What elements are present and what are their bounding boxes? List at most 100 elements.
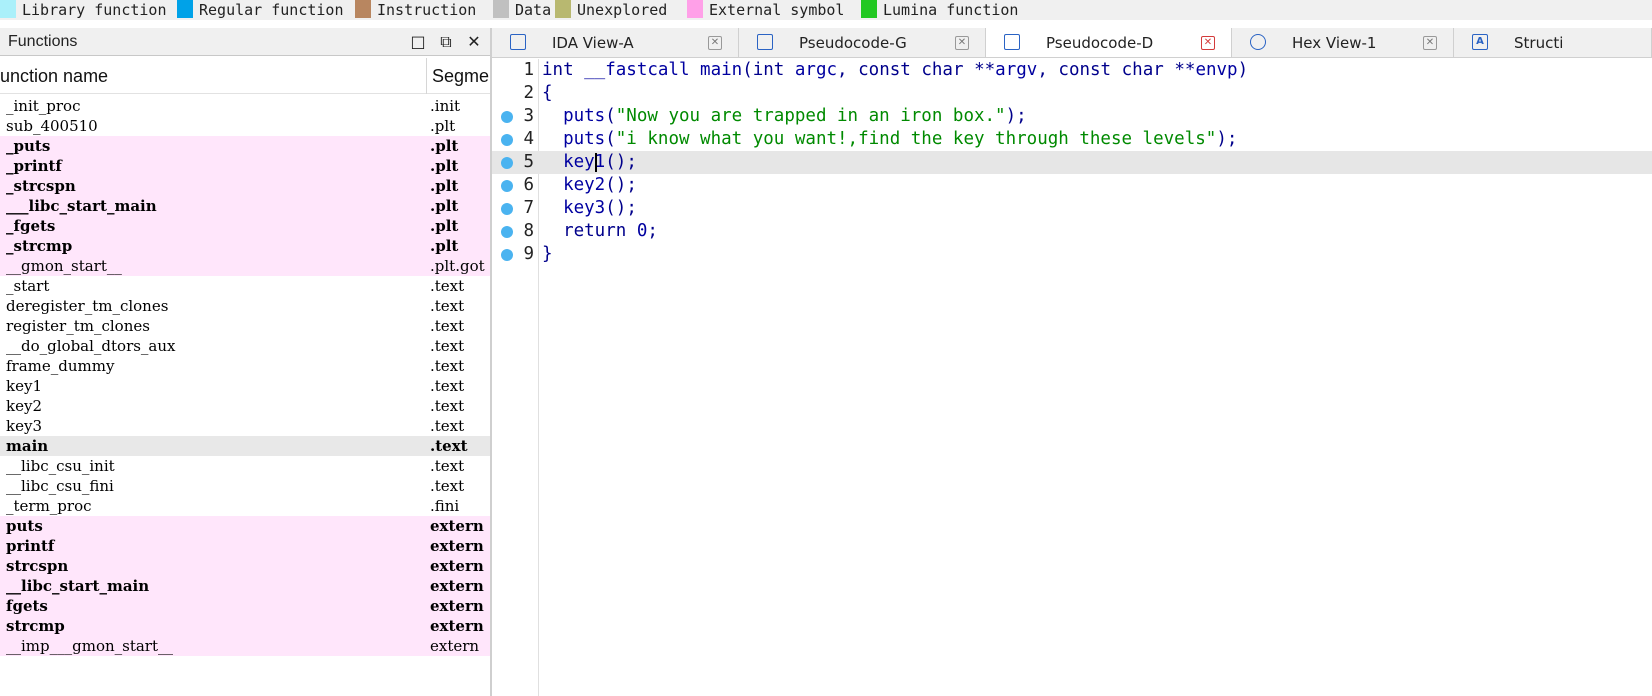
function-segment: .plt <box>430 177 459 195</box>
tab-close-icon[interactable]: ✕ <box>955 36 969 50</box>
function-name: _puts <box>6 137 51 155</box>
breakpoint-marker-icon[interactable] <box>501 180 513 192</box>
code-line[interactable]: 2{ <box>492 82 1652 105</box>
line-number: 6 <box>523 175 534 195</box>
function-row[interactable]: __imp___gmon_start__ extern <box>0 636 490 656</box>
column-segment[interactable]: Segme <box>432 58 490 94</box>
breakpoint-marker-icon[interactable] <box>501 249 513 261</box>
code-line[interactable]: 4 puts("i know what you want!,find the k… <box>492 128 1652 151</box>
function-row[interactable]: main .text <box>0 436 490 456</box>
tab-pseudocode-g[interactable]: Pseudocode-G ✕ <box>739 28 986 57</box>
function-row[interactable]: __do_global_dtors_aux .text <box>0 336 490 356</box>
tab-pseudocode-d[interactable]: Pseudocode-D ✕ <box>986 28 1232 57</box>
function-row[interactable]: __libc_start_main extern <box>0 576 490 596</box>
function-segment: extern <box>430 517 484 535</box>
breakpoint-marker-icon[interactable] <box>501 226 513 238</box>
function-row[interactable]: _strcspn .plt <box>0 176 490 196</box>
function-row[interactable]: strcmp extern <box>0 616 490 636</box>
code-text: key2(); <box>542 175 637 195</box>
function-segment: .plt <box>430 217 459 235</box>
function-segment: .text <box>430 317 465 335</box>
column-function-name[interactable]: unction name <box>0 58 420 94</box>
function-row[interactable]: __gmon_start__ .plt.got <box>0 256 490 276</box>
functions-panel: Functions □ ⧉ ✕ unction name Segme _init… <box>0 28 490 696</box>
function-row[interactable]: _term_proc .fini <box>0 496 490 516</box>
code-text: { <box>542 83 553 103</box>
legend-label: Unexplored <box>577 1 668 19</box>
function-name: _printf <box>6 157 62 175</box>
function-name: ___libc_start_main <box>6 197 157 215</box>
pseudocode-view[interactable]: 1 int __fastcall main(int argc, const cha… <box>492 59 1652 696</box>
function-row[interactable]: _puts .plt <box>0 136 490 156</box>
function-row[interactable]: _fgets .plt <box>0 216 490 236</box>
float-window-icon[interactable]: ⧉ <box>436 32 456 52</box>
function-row[interactable]: _strcmp .plt <box>0 236 490 256</box>
tab-close-icon[interactable]: ✕ <box>708 36 722 50</box>
function-segment: .plt.got <box>430 257 485 275</box>
tab-label: Pseudocode-G <box>799 34 907 52</box>
tab-structi[interactable]: A Structi <box>1454 28 1652 57</box>
close-icon[interactable]: ✕ <box>464 32 484 52</box>
code-text: } <box>542 244 553 264</box>
legend-label: Instruction <box>377 1 477 19</box>
functions-panel-title: Functions <box>8 33 78 50</box>
tab-close-icon[interactable]: ✕ <box>1423 36 1437 50</box>
function-name: __libc_csu_init <box>6 457 115 475</box>
code-line[interactable]: 8 return 0; <box>492 220 1652 243</box>
code-line[interactable]: 3 puts("Now you are trapped in an iron b… <box>492 105 1652 128</box>
function-name: __libc_start_main <box>6 577 150 595</box>
code-text: key1(); <box>542 152 637 172</box>
function-row[interactable]: key3 .text <box>0 416 490 436</box>
function-row[interactable]: fgets extern <box>0 596 490 616</box>
code-line[interactable]: 6 key2(); <box>492 174 1652 197</box>
code-line[interactable]: 7 key3(); <box>492 197 1652 220</box>
function-segment: .text <box>430 277 465 295</box>
function-row[interactable]: strcspn extern <box>0 556 490 576</box>
function-row[interactable]: __libc_csu_fini .text <box>0 476 490 496</box>
column-separator[interactable] <box>426 58 427 94</box>
legend-swatch <box>355 0 371 18</box>
code-line[interactable]: 1 int __fastcall main(int argc, const cha… <box>492 59 1652 82</box>
function-name: puts <box>6 517 43 535</box>
function-segment: .plt <box>430 117 456 135</box>
function-name: deregister_tm_clones <box>6 297 169 315</box>
tab-label: Pseudocode-D <box>1046 34 1154 52</box>
breakpoint-marker-icon[interactable] <box>501 134 513 146</box>
legend-swatch <box>555 0 571 18</box>
function-row[interactable]: register_tm_clones .text <box>0 316 490 336</box>
tab-ida-view-a[interactable]: IDA View-A ✕ <box>492 28 739 57</box>
function-row[interactable]: printf extern <box>0 536 490 556</box>
breakpoint-marker-icon[interactable] <box>501 111 513 123</box>
function-row[interactable]: key2 .text <box>0 396 490 416</box>
function-segment: .text <box>430 377 465 395</box>
tab-label: Hex View-1 <box>1292 34 1377 52</box>
legend-label: Data <box>515 1 552 19</box>
code-line[interactable]: 5 key1(); <box>492 151 1652 174</box>
function-row[interactable]: key1 .text <box>0 376 490 396</box>
function-row[interactable]: ___libc_start_main .plt <box>0 196 490 216</box>
function-row[interactable]: frame_dummy .text <box>0 356 490 376</box>
function-row[interactable]: _start .text <box>0 276 490 296</box>
view-icon <box>510 34 526 50</box>
code-line[interactable]: 9} <box>492 243 1652 266</box>
tab-close-icon[interactable]: ✕ <box>1201 36 1215 50</box>
maximize-icon[interactable]: □ <box>408 32 428 52</box>
function-row[interactable]: puts extern <box>0 516 490 536</box>
function-segment: .text <box>430 477 465 495</box>
line-number: 3 <box>523 106 534 126</box>
breakpoint-marker-icon[interactable] <box>501 157 513 169</box>
function-row[interactable]: _init_proc .init <box>0 96 490 116</box>
tab-label: IDA View-A <box>552 34 634 52</box>
function-name: printf <box>6 537 55 555</box>
tab-hex-view-1[interactable]: Hex View-1 ✕ <box>1232 28 1454 57</box>
function-name: register_tm_clones <box>6 317 150 335</box>
function-segment: .init <box>430 97 461 115</box>
function-row[interactable]: _printf .plt <box>0 156 490 176</box>
breakpoint-marker-icon[interactable] <box>501 203 513 215</box>
function-row[interactable]: sub_400510 .plt <box>0 116 490 136</box>
legend-label: Lumina function <box>883 1 1019 19</box>
function-segment: .text <box>430 297 465 315</box>
function-row[interactable]: deregister_tm_clones .text <box>0 296 490 316</box>
function-segment: .plt <box>430 157 459 175</box>
function-row[interactable]: __libc_csu_init .text <box>0 456 490 476</box>
